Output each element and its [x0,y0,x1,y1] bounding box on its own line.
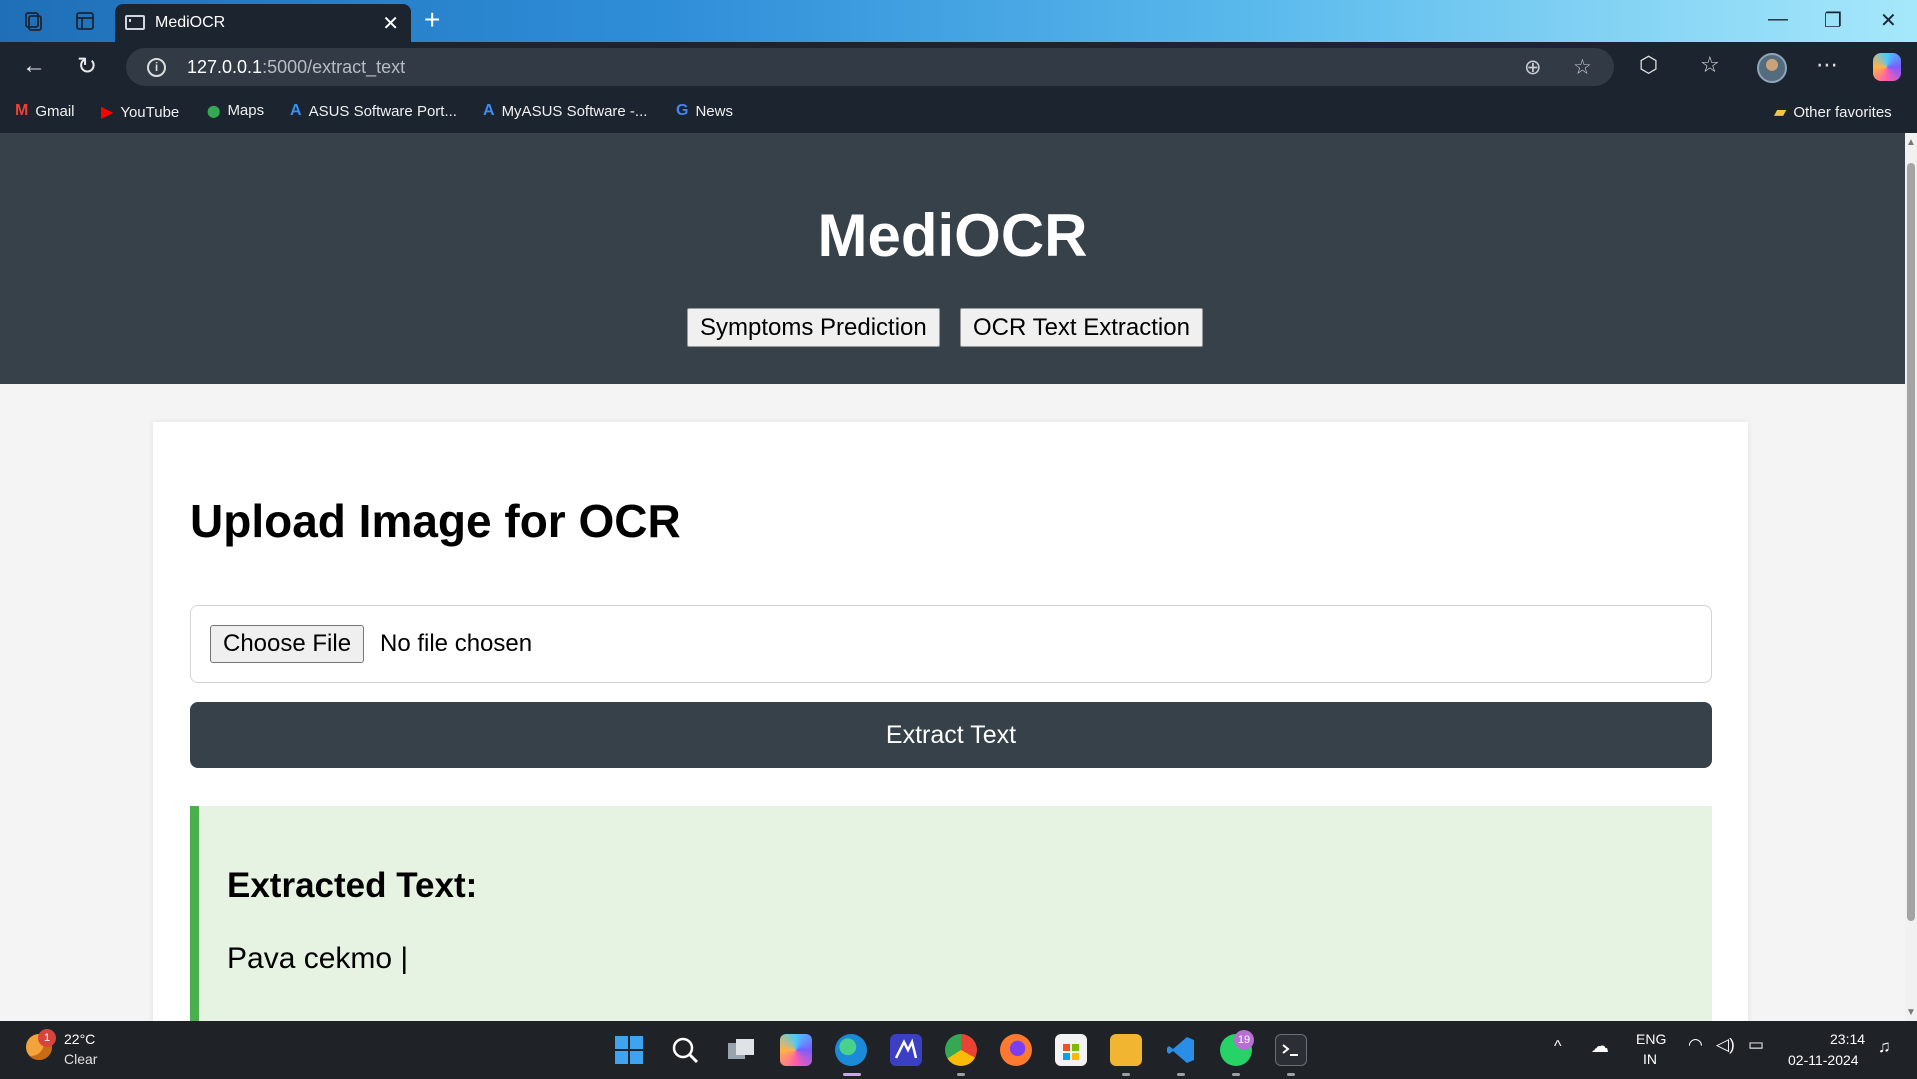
file-explorer-indicator [1122,1073,1130,1076]
windows-taskbar: 1 22°C Clear 19 ^ ☁ ENG IN ◠ ◁) ▭ 23:14 … [0,1021,1917,1079]
copilot-icon[interactable] [1873,53,1901,81]
profile-avatar[interactable] [1757,53,1787,83]
vscode-icon[interactable] [1165,1034,1197,1066]
file-explorer-icon[interactable] [1110,1034,1142,1066]
extract-text-button[interactable]: Extract Text [190,702,1712,768]
microsoft-store-icon[interactable] [1055,1034,1087,1066]
task-view-icon[interactable] [725,1034,757,1066]
folder-icon: ▰ [1774,104,1787,121]
maps-pin-icon: ⬤ [207,103,221,118]
app-title: MediOCR [817,202,1088,269]
clock-date[interactable]: 02-11-2024 [1788,1052,1859,1068]
choose-file-button[interactable]: Choose File [210,625,365,663]
site-header: MediOCR Symptoms Prediction OCR Text Ext… [0,133,1905,384]
scroll-down-icon[interactable]: ▼ [1906,1007,1916,1018]
tab-close-icon[interactable]: ✕ [382,11,399,36]
browser-titlebar: MediOCR ✕ + — ❐ ✕ [0,0,1917,42]
extensions-icon[interactable]: ⬡ [1639,52,1658,78]
visual-studio-icon[interactable] [890,1034,922,1066]
bookmarks-bar: M Gmail ▶ YouTube ⬤ Maps A ASUS Software… [0,92,1917,133]
youtube-icon: ▶ [101,104,114,121]
bookmark-gmail[interactable]: M Gmail [15,102,75,120]
address-bar[interactable]: i 127.0.0.1:5000/extract_text ⊕ ☆ [126,48,1614,86]
onedrive-icon[interactable]: ☁ [1591,1036,1609,1057]
google-news-icon: G [676,102,689,119]
volume-icon[interactable]: ◁) [1716,1035,1735,1055]
weather-temperature: 22°C [64,1031,96,1047]
browser-toolbar: ← ↻ i 127.0.0.1:5000/extract_text ⊕ ☆ [0,42,1917,92]
browser-tab-mediocr[interactable]: MediOCR ✕ [115,4,411,42]
edge-active-indicator [843,1073,861,1076]
upload-heading: Upload Image for OCR [190,495,681,547]
weather-badge: 1 [38,1029,56,1047]
language-indicator[interactable]: ENG [1636,1031,1666,1047]
extracted-text-panel: Extracted Text: Pava cekmo | [190,806,1712,1021]
workspaces-icon[interactable] [22,10,44,32]
refresh-icon[interactable]: ↻ [77,52,97,81]
tab-title: MediOCR [155,14,226,31]
address-url[interactable]: 127.0.0.1:5000/extract_text [187,57,405,78]
new-tab-icon[interactable]: + [424,4,440,36]
vscode-indicator [1177,1073,1185,1076]
wifi-icon[interactable]: ◠ [1688,1035,1703,1055]
bookmark-myasus-software[interactable]: A MyASUS Software -... [483,102,647,120]
notifications-bell-icon[interactable]: ♫ [1878,1037,1891,1057]
terminal-icon[interactable] [1275,1034,1307,1066]
minimize-icon[interactable]: — [1768,8,1788,31]
scrollbar-thumb[interactable] [1907,163,1915,921]
weather-condition: Clear [64,1051,98,1067]
whatsapp-indicator [1232,1073,1240,1076]
copilot-taskbar-icon[interactable] [780,1034,812,1066]
show-hidden-icons-icon[interactable]: ^ [1554,1038,1562,1056]
site-info-icon[interactable]: i [147,58,166,77]
bookmark-youtube[interactable]: ▶ YouTube [101,102,179,122]
chrome-indicator [957,1073,965,1076]
restore-icon[interactable]: ❐ [1824,8,1842,33]
gmail-icon: M [15,102,29,119]
myasus-icon: A [483,102,495,119]
extracted-text-value: Pava cekmo | [227,942,409,975]
search-icon[interactable] [669,1034,701,1066]
bookmark-asus-software-portal[interactable]: A ASUS Software Port... [290,102,457,120]
other-favorites-folder[interactable]: ▰ Other favorites [1774,102,1892,122]
bookmark-news[interactable]: G News [676,102,733,120]
file-input[interactable]: Choose File No file chosen [190,605,1712,683]
clock-time[interactable]: 23:14 [1830,1031,1865,1047]
ocr-card: Upload Image for OCR Choose File No file… [153,422,1748,1021]
battery-icon[interactable]: ▭ [1748,1035,1764,1055]
extracted-text-heading: Extracted Text: [227,866,478,905]
scroll-up-icon[interactable]: ▲ [1906,137,1916,148]
more-menu-icon[interactable]: ⋯ [1816,52,1838,78]
whatsapp-badge: 19 [1234,1030,1254,1050]
firefox-icon[interactable] [1000,1034,1032,1066]
symptoms-prediction-button[interactable]: Symptoms Prediction [687,308,940,347]
start-windows-icon[interactable] [613,1034,645,1066]
favorite-star-icon[interactable]: ☆ [1573,55,1592,80]
chrome-icon[interactable] [945,1034,977,1066]
page-viewport: MediOCR Symptoms Prediction OCR Text Ext… [0,133,1905,1021]
tab-actions-icon[interactable] [74,10,96,32]
terminal-indicator [1287,1073,1295,1076]
terminal-favicon-icon [125,15,145,30]
file-status: No file chosen [380,630,533,657]
asus-icon: A [290,102,302,119]
back-icon[interactable]: ← [22,52,46,80]
ocr-text-extraction-button[interactable]: OCR Text Extraction [960,308,1203,347]
region-indicator[interactable]: IN [1643,1051,1657,1067]
zoom-icon[interactable]: ⊕ [1524,55,1542,80]
edge-icon[interactable] [835,1034,867,1066]
window-close-icon[interactable]: ✕ [1880,8,1897,33]
bookmark-maps[interactable]: ⬤ Maps [207,102,264,119]
favorites-icon[interactable]: ☆ [1700,52,1720,78]
page-scrollbar[interactable]: ▲ ▼ [1905,133,1917,1021]
